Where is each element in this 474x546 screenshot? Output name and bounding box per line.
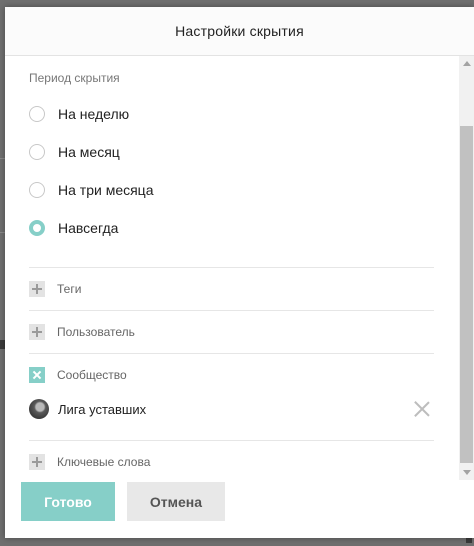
scroll-up-arrow-icon[interactable] <box>459 56 474 71</box>
scrollbar[interactable] <box>459 56 474 480</box>
cancel-button[interactable]: Отмена <box>127 482 225 521</box>
radio-label: На три месяца <box>58 182 154 198</box>
period-section-title: Период скрытия <box>29 71 120 85</box>
radio-button[interactable] <box>29 182 45 198</box>
collapse-icon[interactable] <box>29 367 45 383</box>
plus-icon[interactable] <box>29 281 45 297</box>
divider <box>29 310 434 311</box>
scroll-thumb[interactable] <box>460 126 473 463</box>
radio-three-months[interactable]: На три месяца <box>29 180 154 200</box>
remove-icon[interactable] <box>414 401 430 417</box>
radio-button[interactable] <box>29 144 45 160</box>
radio-button-checked[interactable] <box>29 220 45 236</box>
modal-title: Настройки скрытия <box>175 23 304 39</box>
filter-tags[interactable]: Теги <box>29 280 81 298</box>
radio-week[interactable]: На неделю <box>29 104 129 124</box>
modal-content: Период скрытия На неделю На месяц На три… <box>5 56 457 476</box>
radio-label: Навсегда <box>58 220 119 236</box>
modal-footer: Готово Отмена <box>5 476 474 538</box>
avatar <box>29 399 49 419</box>
radio-button[interactable] <box>29 106 45 122</box>
community-name: Лига уставших <box>58 401 147 417</box>
filter-label: Пользователь <box>57 325 135 339</box>
community-item: Лига уставших <box>29 399 434 419</box>
radio-month[interactable]: На месяц <box>29 142 120 162</box>
filter-label: Ключевые слова <box>57 455 151 469</box>
radio-label: На месяц <box>58 144 120 160</box>
modal-header: Настройки скрытия <box>5 7 474 56</box>
filter-community[interactable]: Сообщество <box>29 366 127 384</box>
divider <box>29 353 434 354</box>
divider <box>29 267 434 268</box>
filter-label: Сообщество <box>57 368 127 382</box>
radio-label: На неделю <box>58 106 130 122</box>
plus-icon[interactable] <box>29 454 45 470</box>
hide-settings-modal: Настройки скрытия Период скрытия На неде… <box>5 7 474 538</box>
filter-label: Теги <box>57 282 82 296</box>
plus-icon[interactable] <box>29 324 45 340</box>
radio-forever[interactable]: Навсегда <box>29 218 118 238</box>
done-button[interactable]: Готово <box>21 482 115 521</box>
filter-keywords[interactable]: Ключевые слова <box>29 453 150 471</box>
divider <box>29 440 434 441</box>
filter-user[interactable]: Пользователь <box>29 323 135 341</box>
